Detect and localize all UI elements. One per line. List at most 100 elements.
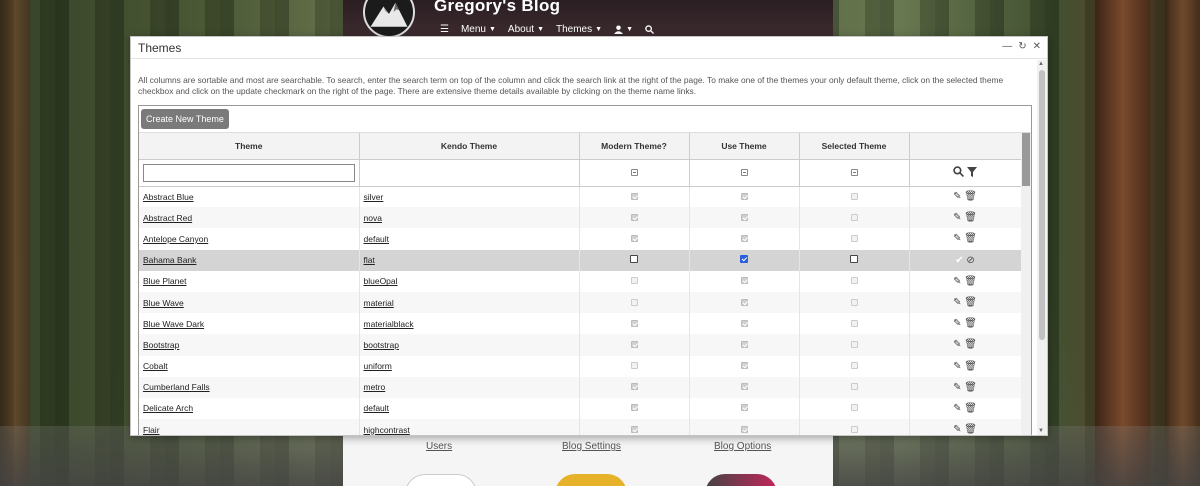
theme-name-link[interactable]: Cumberland Falls bbox=[139, 382, 210, 392]
table-row[interactable]: Abstract Red nova ✎ 🗑 bbox=[139, 207, 1022, 229]
table-row[interactable]: Blue Wave material ✎ 🗑 bbox=[139, 291, 1022, 314]
edit-icon[interactable]: ✎ bbox=[953, 403, 961, 414]
nav-themes[interactable]: Themes ▼ bbox=[556, 24, 602, 35]
theme-name-link[interactable]: Cobalt bbox=[139, 361, 168, 371]
kendo-theme-link[interactable]: flat bbox=[360, 255, 375, 265]
nav-search[interactable] bbox=[645, 24, 654, 35]
kendo-theme-link[interactable]: highcontrast bbox=[360, 425, 410, 435]
kendo-theme-link[interactable]: material bbox=[360, 298, 394, 308]
hamburger-menu-icon[interactable]: ☰ bbox=[440, 24, 449, 35]
theme-name-link[interactable]: Delicate Arch bbox=[139, 403, 193, 413]
dialog-titlebar[interactable]: Themes bbox=[131, 37, 1047, 59]
table-row[interactable]: Blue Planet blueOpal ✎ 🗑 bbox=[139, 270, 1022, 292]
users-link[interactable]: Users bbox=[426, 441, 452, 452]
col-theme-header[interactable]: Theme bbox=[139, 133, 360, 160]
theme-name-link[interactable]: Abstract Blue bbox=[139, 192, 194, 202]
edit-icon[interactable]: ✎ bbox=[953, 424, 961, 435]
minimize-icon[interactable]: — bbox=[1002, 41, 1012, 52]
modern-filter-checkbox[interactable] bbox=[630, 168, 638, 176]
blog-admin-panel: Users Blog Settings Blog Options bbox=[343, 434, 833, 486]
edit-icon[interactable]: ✎ bbox=[953, 339, 961, 350]
table-row[interactable]: Antelope Canyon default ✎ 🗑 bbox=[139, 228, 1022, 250]
col-modern-header[interactable]: Modern Theme? bbox=[579, 133, 690, 160]
update-check-icon[interactable]: ✔ bbox=[955, 255, 963, 266]
edit-icon[interactable]: ✎ bbox=[953, 233, 961, 244]
theme-name-link[interactable]: Bootstrap bbox=[139, 340, 179, 350]
delete-icon[interactable]: 🗑 bbox=[964, 403, 977, 414]
cancel-icon[interactable]: ⊘ bbox=[966, 255, 974, 266]
selected-theme-checkbox[interactable] bbox=[850, 255, 858, 264]
edit-icon[interactable]: ✎ bbox=[953, 212, 961, 223]
blog-options-link[interactable]: Blog Options bbox=[714, 441, 771, 452]
kendo-theme-link[interactable]: blueOpal bbox=[360, 276, 398, 286]
delete-icon[interactable]: 🗑 bbox=[964, 339, 977, 350]
kendo-theme-link[interactable]: default bbox=[360, 234, 390, 244]
scroll-down-icon[interactable]: ▼ bbox=[1038, 428, 1044, 434]
blog-settings-link[interactable]: Blog Settings bbox=[562, 441, 621, 452]
delete-icon[interactable]: 🗑 bbox=[964, 233, 977, 244]
edit-icon[interactable]: ✎ bbox=[953, 361, 961, 372]
table-row[interactable]: Delicate Arch default ✎ 🗑 bbox=[139, 397, 1022, 420]
delete-icon[interactable]: 🗑 bbox=[964, 361, 977, 372]
theme-name-link[interactable]: Blue Planet bbox=[139, 276, 186, 286]
settings-tile-icon[interactable] bbox=[555, 474, 627, 486]
delete-icon[interactable]: 🗑 bbox=[964, 318, 977, 329]
edit-icon[interactable]: ✎ bbox=[953, 191, 961, 202]
dialog-scrollbar-thumb[interactable] bbox=[1039, 70, 1045, 340]
theme-name-link[interactable]: Abstract Red bbox=[139, 213, 192, 223]
close-icon[interactable]: ✕ bbox=[1033, 41, 1041, 52]
blog-title[interactable]: Gregory's Blog bbox=[434, 0, 560, 16]
grid-scrollbar-thumb[interactable] bbox=[1022, 133, 1030, 186]
nav-user[interactable]: ▼ bbox=[614, 24, 633, 35]
col-selected-header[interactable]: Selected Theme bbox=[799, 133, 910, 160]
kendo-theme-link[interactable]: uniform bbox=[360, 361, 392, 371]
dialog-scrollbar[interactable]: ▲ ▼ bbox=[1037, 60, 1047, 435]
delete-icon[interactable]: 🗑 bbox=[964, 191, 977, 202]
theme-name-link[interactable]: Blue Wave Dark bbox=[139, 319, 204, 329]
scroll-up-icon[interactable]: ▲ bbox=[1038, 61, 1044, 67]
search-icon[interactable] bbox=[953, 165, 965, 177]
table-row[interactable]: Abstract Blue silver ✎ 🗑 bbox=[139, 186, 1022, 208]
use-theme-checkbox[interactable] bbox=[740, 255, 748, 264]
theme-name-link[interactable]: Antelope Canyon bbox=[139, 234, 208, 244]
theme-name-link[interactable]: Bahama Bank bbox=[139, 255, 196, 265]
users-tile-icon[interactable] bbox=[405, 474, 477, 486]
delete-icon[interactable]: 🗑 bbox=[964, 382, 977, 393]
create-new-theme-button[interactable]: Create New Theme bbox=[141, 109, 229, 129]
grid-scrollbar[interactable] bbox=[1021, 133, 1031, 435]
modern-theme-checkbox[interactable] bbox=[630, 255, 638, 264]
theme-filter-input[interactable] bbox=[143, 163, 355, 182]
kendo-theme-link[interactable]: nova bbox=[360, 213, 382, 223]
delete-icon[interactable]: 🗑 bbox=[964, 212, 977, 223]
kendo-theme-link[interactable]: bootstrap bbox=[360, 340, 399, 350]
edit-icon[interactable]: ✎ bbox=[953, 318, 961, 329]
delete-icon[interactable]: 🗑 bbox=[964, 276, 977, 287]
edit-icon[interactable]: ✎ bbox=[953, 276, 961, 287]
kendo-theme-link[interactable]: default bbox=[360, 403, 390, 413]
themes-grid: Create New Theme Theme Kendo Theme Moder… bbox=[138, 105, 1032, 435]
table-row[interactable]: Blue Wave Dark materialblack ✎ 🗑 bbox=[139, 313, 1022, 335]
theme-name-link[interactable]: Flair bbox=[139, 425, 160, 435]
kendo-theme-link[interactable]: metro bbox=[360, 382, 386, 392]
nav-about[interactable]: About ▼ bbox=[508, 24, 544, 35]
edit-icon[interactable]: ✎ bbox=[953, 297, 961, 308]
theme-name-link[interactable]: Blue Wave bbox=[139, 298, 184, 308]
table-row[interactable]: Bootstrap bootstrap ✎ 🗑 bbox=[139, 334, 1022, 356]
selected-filter-checkbox[interactable] bbox=[850, 168, 858, 176]
nav-menu[interactable]: Menu ▼ bbox=[461, 24, 496, 35]
options-tile-icon[interactable] bbox=[705, 474, 777, 486]
edit-icon[interactable]: ✎ bbox=[953, 382, 961, 393]
filter-icon[interactable] bbox=[966, 166, 977, 177]
col-use-header[interactable]: Use Theme bbox=[689, 133, 800, 160]
col-kendo-header[interactable]: Kendo Theme bbox=[359, 133, 580, 160]
table-row[interactable]: Cumberland Falls metro ✎ 🗑 bbox=[139, 376, 1022, 398]
delete-icon[interactable]: 🗑 bbox=[964, 297, 977, 308]
kendo-theme-link[interactable]: silver bbox=[360, 192, 384, 202]
table-row[interactable]: Cobalt uniform ✎ 🗑 bbox=[139, 355, 1022, 377]
use-filter-checkbox[interactable] bbox=[740, 168, 748, 176]
table-row[interactable]: Flair highcontrast ✎ 🗑 bbox=[139, 419, 1022, 435]
refresh-icon[interactable]: ↻ bbox=[1018, 41, 1026, 52]
delete-icon[interactable]: 🗑 bbox=[964, 424, 977, 435]
table-row[interactable]: Bahama Bank flat ✔ ⊘ bbox=[139, 249, 1022, 271]
kendo-theme-link[interactable]: materialblack bbox=[360, 319, 414, 329]
